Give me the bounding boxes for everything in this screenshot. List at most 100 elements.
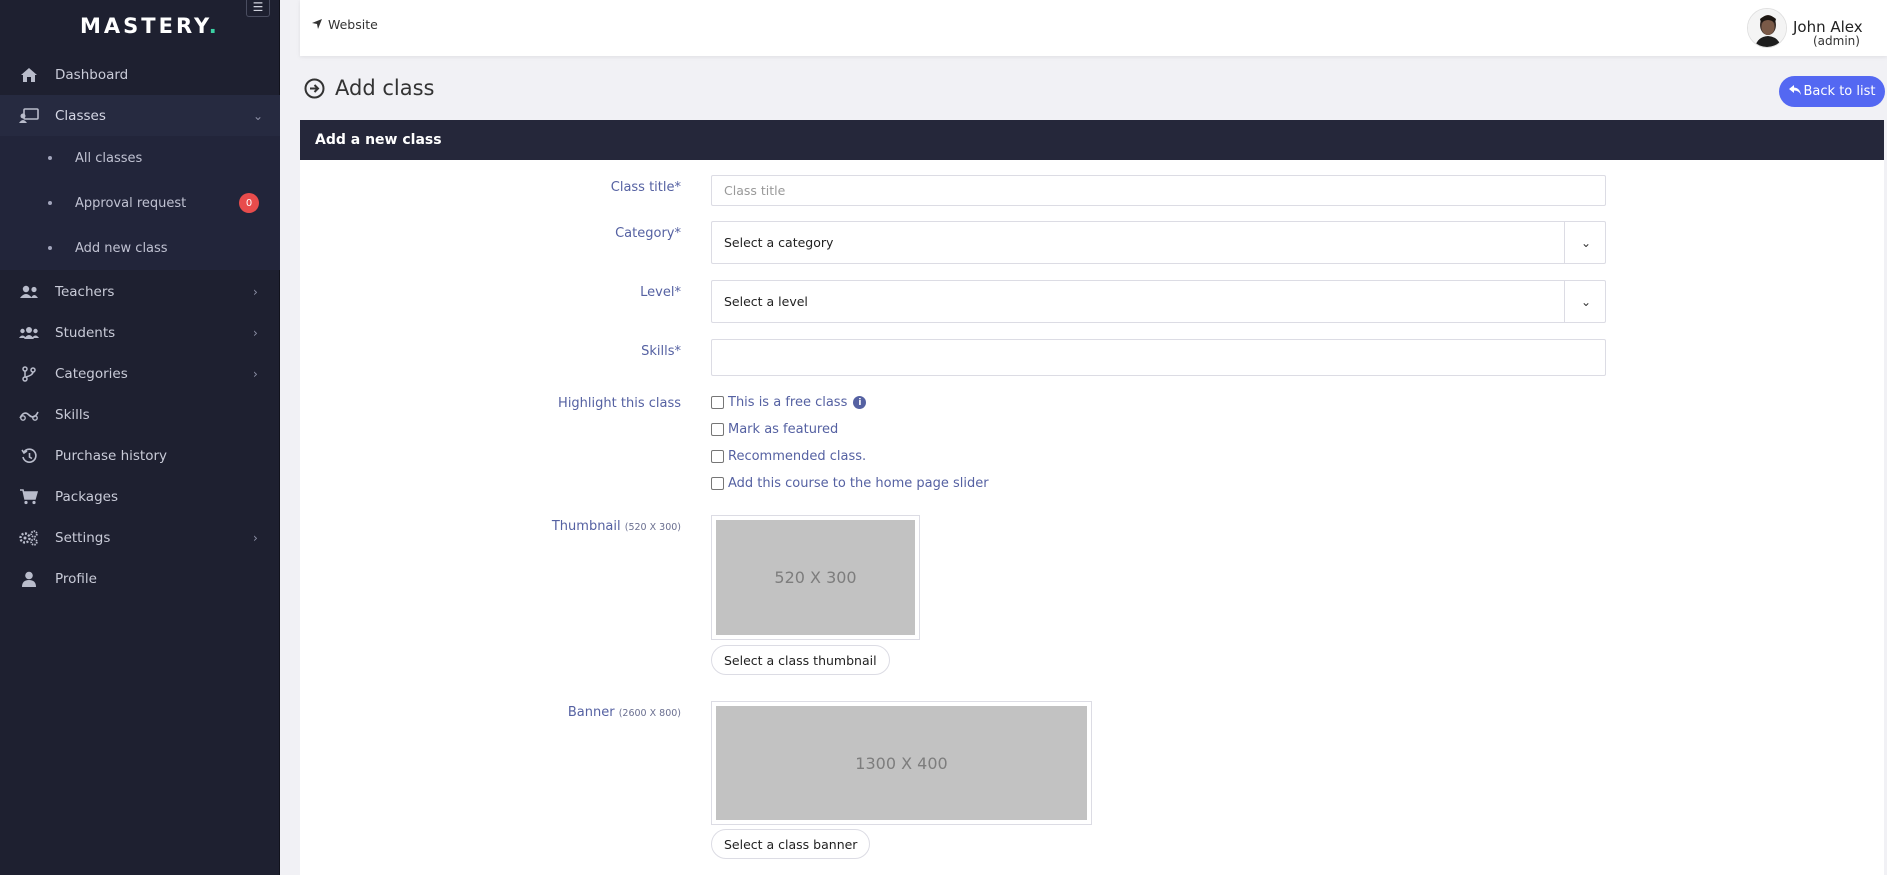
paper-plane-icon (312, 17, 322, 32)
select-thumbnail-button[interactable]: Select a class thumbnail (711, 645, 890, 675)
history-icon (19, 446, 39, 466)
chevron-right-icon: › (253, 366, 258, 381)
featured-option: Mark as featured (711, 422, 838, 437)
sidebar-item-purchase-history[interactable]: Purchase history (0, 435, 280, 476)
skill-icon (19, 405, 39, 425)
checkbox-label[interactable]: This is a free class (728, 395, 847, 410)
free-class-checkbox[interactable] (711, 396, 724, 409)
highlight-label: Highlight this class (558, 396, 681, 411)
banner-label-text: Banner (567, 705, 615, 720)
thumbnail-placeholder: 520 X 300 (716, 520, 915, 635)
thumbnail-label: Thumbnail (520 X 300) (552, 519, 681, 534)
chevron-down-icon: ⌄ (1580, 294, 1591, 309)
select-divider (1564, 281, 1565, 322)
chevron-right-icon: › (253, 530, 258, 545)
sidebar-item-label: Packages (55, 488, 118, 505)
avatar[interactable] (1747, 8, 1787, 48)
sidebar-item-label: Purchase history (55, 447, 168, 464)
level-label: Level* (640, 285, 681, 300)
featured-checkbox[interactable] (711, 423, 724, 436)
back-to-list-button[interactable]: Back to list (1779, 76, 1885, 107)
reply-icon (1788, 84, 1801, 99)
category-label: Category* (615, 226, 681, 241)
banner-preview: 1300 X 400 (711, 701, 1092, 825)
users-icon (19, 282, 39, 302)
sidebar-item-students[interactable]: Students › (0, 312, 280, 353)
user-role: (admin) (1813, 34, 1860, 48)
banner-placeholder: 1300 X 400 (716, 706, 1087, 820)
skills-input[interactable] (711, 339, 1606, 376)
menu-icon[interactable]: ☰ (246, 0, 270, 17)
sidebar-item-packages[interactable]: Packages (0, 476, 280, 517)
home-icon (19, 65, 39, 85)
bullet-icon (48, 201, 52, 205)
page-title: Add class (335, 76, 435, 100)
checkbox-label[interactable]: Mark as featured (728, 422, 838, 437)
bullet-icon (48, 246, 52, 250)
logo[interactable]: MASTERY. (80, 14, 220, 38)
sidebar-item-classes[interactable]: Classes ⌄ (0, 95, 280, 136)
sidebar-item-label: Classes (55, 107, 106, 124)
classes-submenu: All classes Approval request 0 Add new c… (0, 136, 280, 270)
checkbox-label[interactable]: Recommended class. (728, 449, 866, 464)
sidebar-item-label: Skills (55, 406, 90, 423)
back-to-list-label: Back to list (1803, 84, 1876, 99)
recommended-option: Recommended class. (711, 449, 866, 464)
sidebar-item-label: Teachers (55, 283, 115, 300)
bullet-icon (48, 156, 52, 160)
level-selected-value: Select a level (724, 294, 808, 309)
submenu-item-all-classes[interactable]: All classes (0, 136, 280, 180)
website-link[interactable]: Website (312, 17, 378, 32)
count-badge: 0 (239, 193, 259, 213)
recommended-checkbox[interactable] (711, 450, 724, 463)
sidebar: MASTERY. ☰ Dashboard Classes ⌄ All class… (0, 0, 280, 875)
category-select[interactable]: Select a category ⌄ (711, 221, 1606, 264)
logo-text: MASTERY (80, 14, 209, 38)
thumbnail-label-text: Thumbnail (551, 519, 621, 534)
branch-icon (19, 364, 39, 384)
submenu-item-approval-request[interactable]: Approval request 0 (0, 181, 280, 225)
select-banner-button[interactable]: Select a class banner (711, 829, 871, 859)
sidebar-item-teachers[interactable]: Teachers › (0, 271, 280, 312)
chevron-down-icon: ⌄ (1580, 235, 1591, 250)
chalkboard-icon (19, 106, 39, 126)
sidebar-item-label: Students (55, 324, 116, 341)
category-selected-value: Select a category (724, 235, 834, 250)
banner-size-hint: (2600 X 800) (618, 708, 681, 719)
home-slider-checkbox[interactable] (711, 477, 724, 490)
free-class-option: This is a free class i (711, 395, 867, 410)
submenu-item-label: All classes (75, 150, 143, 166)
class-title-placeholder: Class title (724, 183, 786, 198)
website-label: Website (327, 17, 378, 32)
arrow-circle-right-icon (304, 78, 325, 103)
submenu-item-label: Add new class (75, 240, 168, 256)
class-title-label: Class title* (610, 180, 681, 195)
skills-label: Skills* (641, 344, 681, 359)
sidebar-item-label: Profile (55, 570, 97, 587)
topbar: Website John Alex (admin) (300, 0, 1887, 56)
logo-dot: . (208, 14, 220, 38)
cart-icon (19, 487, 39, 507)
chevron-down-icon: ⌄ (253, 108, 264, 123)
class-title-input[interactable]: Class title (711, 175, 1606, 206)
user-icon (19, 569, 39, 589)
sidebar-item-skills[interactable]: Skills (0, 394, 280, 435)
banner-label: Banner (2600 X 800) (568, 705, 681, 720)
level-select[interactable]: Select a level ⌄ (711, 280, 1606, 323)
user-group-icon (19, 323, 39, 343)
info-icon[interactable]: i (853, 396, 867, 409)
submenu-item-add-new-class[interactable]: Add new class (0, 226, 280, 270)
sidebar-item-profile[interactable]: Profile (0, 558, 280, 599)
thumbnail-size-hint: (520 X 300) (624, 522, 681, 533)
select-divider (1564, 222, 1565, 263)
sidebar-item-label: Settings (55, 529, 111, 546)
checkbox-label[interactable]: Add this course to the home page slider (728, 476, 989, 491)
gear-icon (19, 528, 39, 548)
sidebar-item-settings[interactable]: Settings › (0, 517, 280, 558)
sidebar-item-dashboard[interactable]: Dashboard (0, 54, 280, 95)
chevron-right-icon: › (253, 284, 258, 299)
chevron-right-icon: › (253, 325, 258, 340)
sidebar-item-categories[interactable]: Categories › (0, 353, 280, 394)
sidebar-item-label: Categories (55, 365, 128, 382)
card-title: Add a new class (300, 120, 1884, 160)
